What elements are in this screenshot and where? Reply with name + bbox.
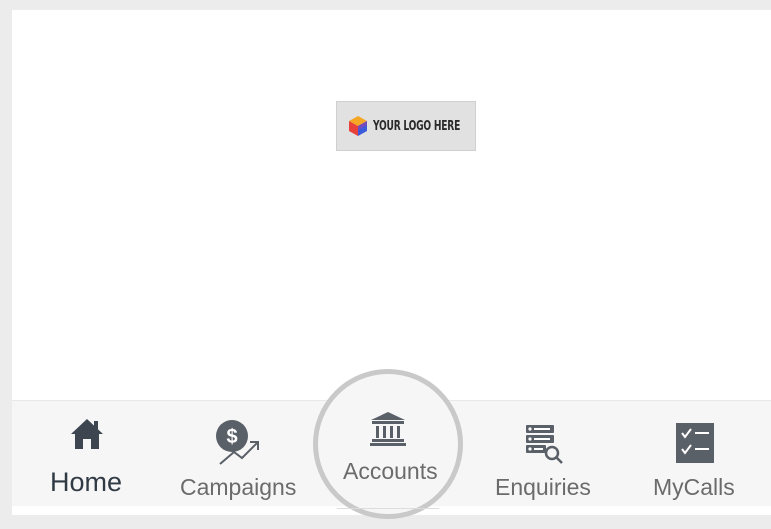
logo-placeholder: YOUR LOGO HERE	[336, 101, 476, 151]
nav-label-home: Home	[50, 467, 123, 497]
nav-label-accounts: Accounts	[343, 458, 438, 484]
list-search-icon	[524, 423, 564, 467]
accounts-divider	[337, 508, 439, 509]
nav-label-campaigns: Campaigns	[180, 474, 297, 500]
nav-item-accounts[interactable]: Accounts	[337, 401, 439, 506]
svg-text:$: $	[226, 426, 237, 448]
logo-text: YOUR LOGO HERE	[373, 118, 461, 134]
cube-logo-icon	[349, 116, 368, 136]
bottom-navigation-bar: Home $ Campaigns Accounts Enquiries MyCa…	[12, 369, 771, 519]
dollar-growth-icon: $	[214, 418, 264, 468]
nav-item-mycalls[interactable]: MyCalls	[651, 401, 741, 506]
nav-item-enquiries[interactable]: Enquiries	[492, 401, 592, 506]
nav-item-home[interactable]: Home	[42, 401, 132, 506]
bank-icon	[369, 409, 407, 447]
main-content: YOUR LOGO HERE	[12, 10, 771, 400]
checklist-icon	[676, 423, 714, 463]
home-icon	[69, 416, 105, 452]
nav-item-campaigns[interactable]: $ Campaigns	[178, 401, 298, 506]
app-frame: YOUR LOGO HERE Home $ Campaigns Accounts…	[12, 10, 771, 519]
nav-label-enquiries: Enquiries	[495, 474, 591, 500]
nav-label-mycalls: MyCalls	[653, 474, 735, 500]
